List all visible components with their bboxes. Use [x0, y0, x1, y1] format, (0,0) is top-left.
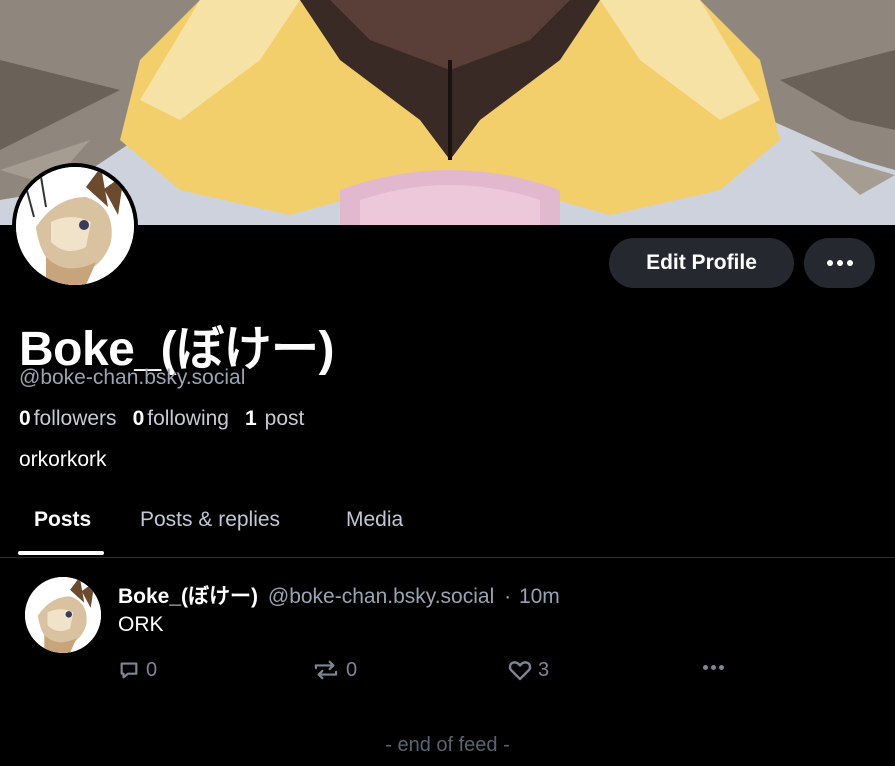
- like-button[interactable]: 3: [508, 657, 549, 683]
- repost-icon: [314, 660, 338, 680]
- active-tab-indicator: [18, 551, 104, 555]
- repost-count: 0: [346, 658, 358, 681]
- followers-count: 0: [19, 407, 31, 430]
- reply-icon: [120, 662, 138, 679]
- post-time[interactable]: 10m: [519, 585, 560, 608]
- following-label: following: [147, 407, 229, 430]
- reply-count: 0: [146, 658, 158, 681]
- post-more-icon[interactable]: [703, 665, 724, 670]
- posts-stat: 1 post: [245, 407, 304, 431]
- following-stat[interactable]: 0 following: [133, 407, 229, 431]
- posts-label: post: [264, 407, 305, 430]
- more-icon: [826, 260, 853, 266]
- end-of-feed-label: - end of feed -: [385, 734, 510, 756]
- followers-stat[interactable]: 0 followers: [19, 407, 117, 431]
- profile-banner[interactable]: [0, 0, 895, 225]
- profile-handle: @boke-chan.bsky.social: [19, 366, 246, 389]
- profile-bio: orkorkork: [19, 448, 107, 471]
- tab-posts[interactable]: Posts: [34, 508, 91, 532]
- post-text: ORK: [118, 613, 164, 636]
- profile-more-button[interactable]: [804, 238, 875, 288]
- post-author-name[interactable]: Boke_(ぼけー): [118, 585, 258, 608]
- profile-tabs: Posts Posts & replies Media: [0, 500, 895, 558]
- post-separator: ·: [504, 585, 512, 608]
- following-count: 0: [132, 407, 145, 430]
- posts-count: 1: [244, 407, 257, 430]
- post-author-handle[interactable]: @boke-chan.bsky.social: [268, 585, 494, 608]
- tab-media[interactable]: Media: [346, 508, 403, 532]
- profile-avatar[interactable]: [12, 163, 138, 289]
- like-icon: [508, 661, 532, 681]
- followers-label: followers: [33, 407, 117, 430]
- reply-button[interactable]: 0: [118, 657, 157, 683]
- tab-posts-and-replies[interactable]: Posts & replies: [140, 508, 280, 532]
- edit-profile-button[interactable]: Edit Profile: [609, 238, 794, 288]
- post-header: Boke_(ぼけー) @boke-chan.bsky.social · 10m: [118, 580, 560, 610]
- profile-stats: 0 followers 0 following 1 post: [19, 407, 320, 431]
- repost-button[interactable]: 0: [312, 657, 357, 683]
- post-author-avatar[interactable]: [25, 577, 101, 653]
- like-count: 3: [538, 658, 550, 681]
